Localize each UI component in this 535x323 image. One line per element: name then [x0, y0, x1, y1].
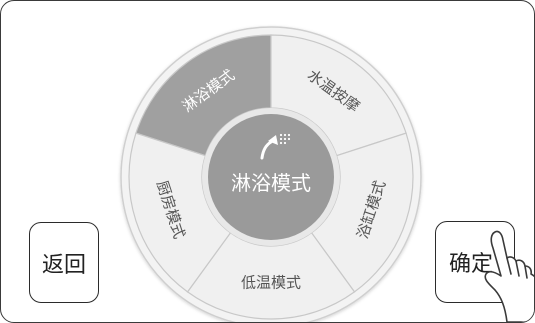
back-button[interactable]: 返回	[29, 222, 99, 303]
back-button-label: 返回	[41, 252, 86, 278]
screen-frame: 淋浴模式 水温按摩 浴缸模式 低温模式 厨房模式 淋浴模式 返回 确定	[0, 0, 535, 323]
dial-segment-label: 低温模式	[241, 274, 301, 292]
pointing-hand-icon	[484, 230, 534, 322]
center-mode-label: 淋浴模式	[231, 171, 311, 195]
